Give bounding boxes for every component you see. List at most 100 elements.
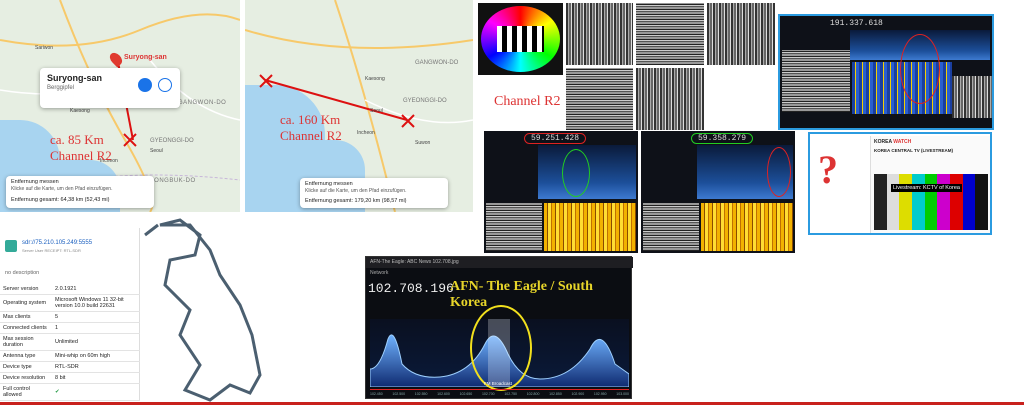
distance-annotation: ca. 85 Km xyxy=(50,132,104,147)
frequency-axis: 102.450 102.500 102.550 102.600 102.650 102.7… xyxy=(370,389,629,398)
frequency-readout: 59.251.428 xyxy=(524,133,587,144)
axis-tick-label: 102.950 xyxy=(593,392,607,396)
info-row: Device type RTL-SDR xyxy=(0,361,140,373)
map-distance-160[interactable]: Kaesong Seoul Incheon Suwon GYEONGGI-DO … xyxy=(245,0,473,212)
noise-frame xyxy=(952,76,992,118)
highlight-ellipse xyxy=(900,34,940,104)
frequency-readout[interactable]: 102.708.196 xyxy=(368,281,454,296)
noise-frame xyxy=(486,203,542,251)
korea-outline-map xyxy=(140,215,370,405)
city-label: Incheon xyxy=(357,130,375,136)
channel-label: Channel R2 xyxy=(494,94,561,109)
site-brand: KOREA WATCH xyxy=(874,139,912,145)
bookmark-icon[interactable] xyxy=(158,78,172,92)
noise-frame xyxy=(636,3,704,65)
korea-web-panel[interactable]: ? KOREA WATCH KOREA CENTRAL TV (LIVESTRE… xyxy=(808,132,992,235)
info-label: Device type xyxy=(0,361,52,373)
axis-tick-label: 102.900 xyxy=(571,392,585,396)
info-row: Max clients 5 xyxy=(0,311,140,323)
info-value: Unlimited xyxy=(52,333,140,351)
info-label: Operating system xyxy=(0,294,52,312)
window-title: AFN-The Eagle: ABC News 102.708.jpg xyxy=(366,257,633,268)
info-row: Connected clients 1 xyxy=(0,322,140,334)
measure-total: Entfernung gesamt: 179,20 km (98,57 mi) xyxy=(305,198,407,204)
waterfall-display xyxy=(701,203,793,251)
region-label: GANGWON-DO xyxy=(178,100,227,106)
map-suryong-san[interactable]: Sariwon Kaesong Seoul Incheon GANGWON-DO… xyxy=(0,0,240,212)
noise-frame xyxy=(636,68,704,130)
axis-tick-label: 102.600 xyxy=(437,392,450,396)
axis-tick-label: 102.800 xyxy=(526,392,540,396)
measure-panel[interactable]: Entfernung messen Klicke auf die Karte, … xyxy=(6,176,154,208)
city-label: Seoul xyxy=(150,148,163,154)
measure-title: Entfernung messen xyxy=(11,179,59,185)
cross-marker-icon xyxy=(401,114,415,128)
color-bars xyxy=(874,174,989,230)
noise-frame xyxy=(566,68,633,130)
info-value: Microsoft Windows 11 32-bit version 10.0… xyxy=(52,294,140,312)
info-row: Device resolution 8 bit xyxy=(0,372,140,384)
info-value: 2.0.1921 xyxy=(52,284,140,295)
marker-label: Suryong-san xyxy=(124,54,167,61)
korea-outline-icon xyxy=(144,218,262,402)
place-card[interactable]: Suryong-san Berggipfel xyxy=(40,68,180,108)
highlight-ellipse xyxy=(470,305,532,391)
info-row: Max session duration Unlimited xyxy=(0,333,140,351)
axis-tick-label: 102.650 xyxy=(459,392,473,396)
server-subtitle: Server User RECEIPT: RTL-SDR xyxy=(22,248,81,253)
info-row: Antenna type Mini-whip on 60m high xyxy=(0,350,140,362)
axis-tick-label: 102.850 xyxy=(549,392,562,396)
channel-annotation: Channel R2 xyxy=(50,148,112,163)
info-row: Operating system Microsoft Windows 11 32-… xyxy=(0,294,140,312)
server-info-panel[interactable]: sdr://75.210.105.249:5555 Server User RE… xyxy=(0,228,140,401)
info-label: Device resolution xyxy=(0,372,52,384)
region-label: GYEONGGI-DO xyxy=(403,98,447,104)
afn-caption: AFN- The Eagle / South Korea xyxy=(450,279,593,310)
noise-frame xyxy=(643,203,699,251)
info-row: Server version 2.0.1921 xyxy=(0,284,140,295)
cross-marker-icon xyxy=(123,133,137,147)
directions-icon[interactable] xyxy=(138,78,152,92)
city-label: Seoul xyxy=(370,108,383,114)
info-value: RTL-SDR xyxy=(52,361,140,373)
info-label: Max clients xyxy=(0,311,52,323)
test-card-image xyxy=(478,3,563,75)
measure-title: Entfernung messen xyxy=(305,181,353,187)
afn-sdr-window[interactable]: AFN-The Eagle: ABC News 102.708.jpg Netw… xyxy=(365,256,633,399)
server-icon xyxy=(5,240,17,252)
info-value: 8 bit xyxy=(52,372,140,384)
noise-frame xyxy=(782,50,850,112)
server-address[interactable]: sdr://75.210.105.249:5555 xyxy=(22,240,92,246)
place-type: Berggipfel xyxy=(47,85,75,91)
noise-frame xyxy=(707,3,775,65)
info-label: Server version xyxy=(0,284,52,295)
sdr-window-top-right[interactable]: 191.337.618 xyxy=(778,14,994,130)
axis-tick-label: 102.700 xyxy=(481,392,495,396)
info-value: 1 xyxy=(52,322,140,334)
axis-tick-label: 102.750 xyxy=(504,392,517,396)
axis-tick-label: 102.500 xyxy=(392,392,406,396)
site-headline: KOREA CENTRAL TV (LIVESTREAM) xyxy=(874,148,954,153)
city-label: Sariwon xyxy=(35,45,54,51)
axis-tick-label: 102.550 xyxy=(414,392,428,396)
sdr-window-right[interactable]: 59.358.279 xyxy=(641,131,795,253)
info-label: Full control allowed xyxy=(0,383,52,401)
region-label: GANGWON-DO xyxy=(415,60,459,66)
cross-marker-icon xyxy=(259,74,273,88)
info-label: Antenna type xyxy=(0,350,52,362)
server-description: no description xyxy=(5,270,40,276)
sdr-window-left[interactable]: 59.251.428 xyxy=(484,131,638,253)
frequency-readout: 59.358.279 xyxy=(691,133,754,144)
question-mark: ? xyxy=(818,147,838,192)
measure-hint: Klicke auf die Karte, um den Pfad einzuf… xyxy=(305,188,407,194)
region-label: GYEONGGI-DO xyxy=(150,138,194,144)
city-label: Kaesong xyxy=(365,76,385,82)
test-text: Livestream: KCTV of Korea xyxy=(891,184,962,192)
measure-panel[interactable]: Entfernung messen Klicke auf die Karte, … xyxy=(300,178,448,208)
highlight-ellipse xyxy=(562,149,590,197)
highlight-ellipse xyxy=(767,147,791,197)
server-info-table: Server version 2.0.1921 Operating system Mi… xyxy=(0,284,140,401)
footer-divider xyxy=(0,402,1024,405)
axis-tick-label: 103.000 xyxy=(616,392,629,396)
measure-hint: Klicke auf die Karte, um den Pfad einzuf… xyxy=(11,186,113,192)
